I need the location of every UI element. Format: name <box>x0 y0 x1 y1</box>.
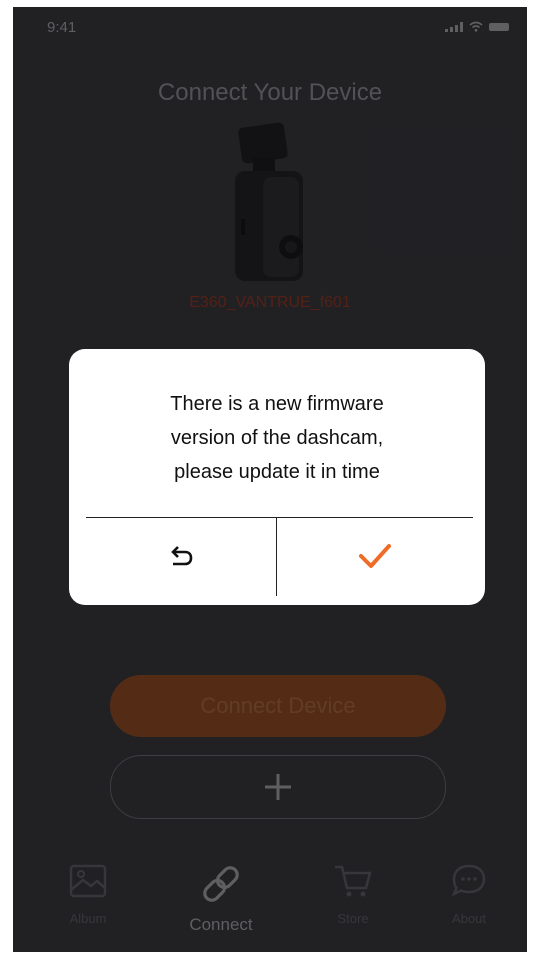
dialog-message-line: please update it in time <box>174 461 380 483</box>
undo-arrow-icon <box>171 546 193 566</box>
dialog-message-line: version of the dashcam, <box>170 427 384 449</box>
dialog-message: There is a new firmware version of the d… <box>89 387 465 489</box>
checkmark-icon <box>359 544 391 568</box>
dialog-divider <box>86 517 473 518</box>
dialog-confirm-button[interactable] <box>277 519 473 595</box>
firmware-update-dialog: There is a new firmware version of the d… <box>69 349 485 605</box>
dialog-back-button[interactable] <box>86 519 276 595</box>
phone-screen: 9:41 Connect Your Device E360_VANTRUE_f6… <box>13 7 527 952</box>
dialog-message-line: There is a new firmware <box>170 393 384 415</box>
